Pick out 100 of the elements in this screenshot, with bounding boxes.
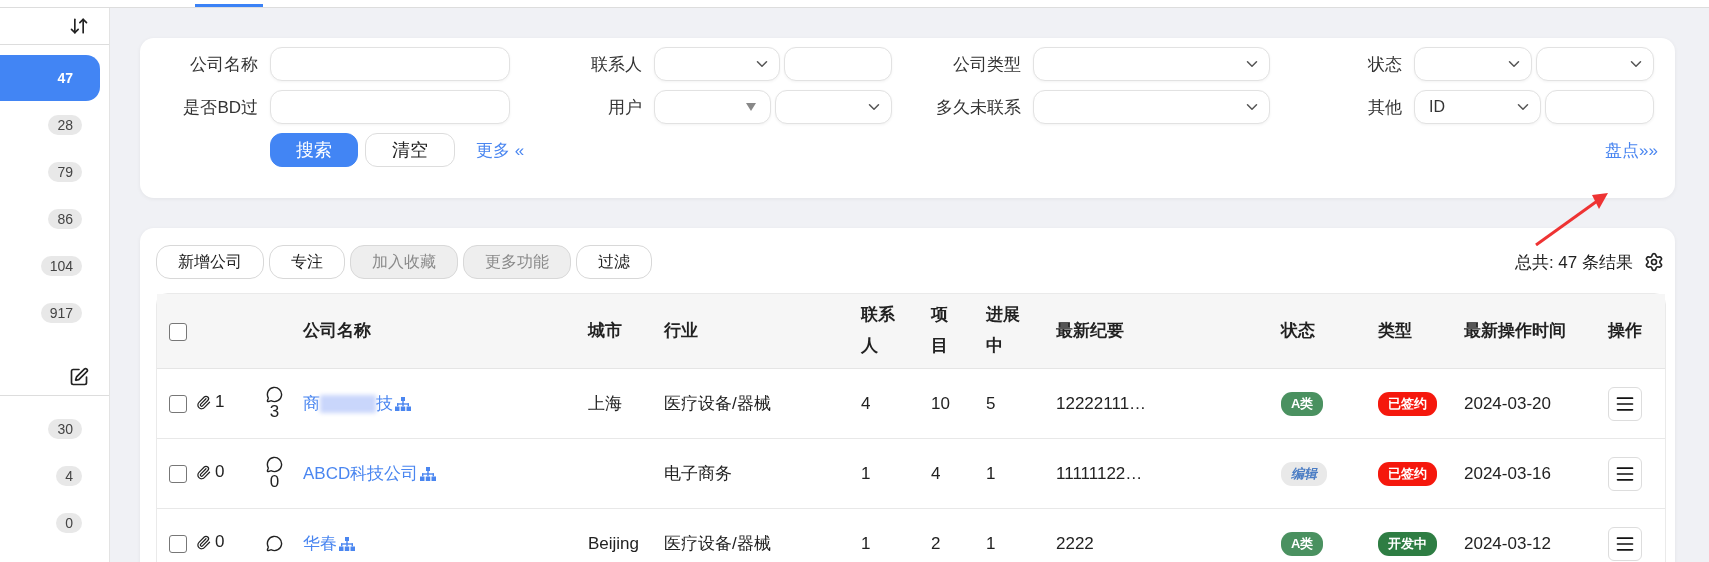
- column-header: 项目: [931, 304, 949, 357]
- toolbar-button[interactable]: 专注: [269, 245, 345, 279]
- hierarchy-icon: [420, 466, 437, 481]
- comment-count: 0: [269, 472, 280, 492]
- count-badge: 917: [40, 302, 82, 323]
- paperclip-icon: [196, 534, 211, 550]
- count-badge: 104: [40, 255, 82, 276]
- column-header: 状态: [1281, 319, 1316, 342]
- filter-label: 联系人: [590, 53, 642, 76]
- company-link[interactable]: ABCD科技公司: [303, 462, 419, 485]
- type-tag: 开发中: [1378, 531, 1437, 556]
- table-cell: 2024-03-12: [1464, 533, 1551, 553]
- triangle-icon: [746, 103, 756, 111]
- count-badge: 79: [48, 161, 82, 182]
- count-badge: 28: [48, 114, 82, 135]
- select-field[interactable]: [1033, 90, 1270, 124]
- attachment-count: 0: [215, 462, 225, 483]
- table-cell: 1: [986, 463, 996, 483]
- table-cell: 医疗设备/器械: [664, 394, 771, 413]
- table-cell: 10: [931, 393, 950, 413]
- toolbar-button[interactable]: 新增公司: [156, 245, 264, 279]
- table-cell: 2222: [1056, 533, 1094, 553]
- select-field[interactable]: [1536, 47, 1654, 81]
- filter-label: 其他: [1367, 96, 1402, 119]
- text-field[interactable]: [270, 47, 510, 81]
- paperclip-icon: [196, 464, 211, 480]
- tab-indicator: [195, 4, 263, 7]
- table-cell: 11111122…: [1056, 463, 1143, 483]
- table-cell: 4: [931, 463, 941, 483]
- sidebar-item[interactable]: 30: [0, 406, 100, 452]
- menu-button[interactable]: [1608, 456, 1642, 491]
- status-tag[interactable]: 编辑: [1281, 461, 1327, 486]
- select-field[interactable]: [775, 90, 892, 124]
- table-cell: 12222111…: [1056, 393, 1147, 413]
- text-field[interactable]: [1545, 90, 1654, 124]
- column-header: 操作: [1608, 319, 1643, 342]
- type-tag: 已签约: [1378, 391, 1437, 416]
- sidebar-item[interactable]: 104: [0, 242, 100, 289]
- select-field[interactable]: [654, 47, 780, 81]
- text-field[interactable]: [270, 90, 510, 124]
- table-cell: 5: [986, 393, 996, 413]
- clear-button[interactable]: 清空: [365, 133, 455, 167]
- column-header: 最新操作时间: [1464, 319, 1567, 342]
- company-link[interactable]: 华春: [303, 532, 337, 555]
- status-tag: A类: [1281, 391, 1324, 416]
- table-cell: 医疗设备/器械: [664, 534, 771, 553]
- inventory-link[interactable]: 盘点»»: [1605, 138, 1658, 162]
- text-field[interactable]: [784, 47, 892, 81]
- company-link[interactable]: 商: [303, 392, 320, 415]
- search-button[interactable]: 搜索: [270, 133, 358, 167]
- dropdown-field[interactable]: [654, 90, 771, 124]
- table-cell: 2024-03-16: [1464, 463, 1551, 483]
- select-field[interactable]: [1414, 47, 1532, 81]
- attachment-count: 1: [215, 392, 225, 413]
- paperclip-icon: [196, 394, 211, 410]
- count-badge: 86: [48, 208, 82, 229]
- checkbox[interactable]: [169, 535, 187, 553]
- speech-bubble-icon[interactable]: [266, 535, 283, 552]
- checkbox[interactable]: [169, 465, 187, 483]
- hierarchy-icon: [395, 396, 411, 411]
- sidebar-item[interactable]: 47: [0, 54, 100, 101]
- menu-button[interactable]: [1608, 526, 1642, 561]
- count-badge: 30: [48, 419, 82, 439]
- sidebar-item[interactable]: 917: [0, 289, 100, 336]
- comment-count: 3: [269, 402, 280, 422]
- count-badge: 0: [56, 513, 82, 533]
- sidebar-item[interactable]: 28: [0, 101, 100, 148]
- filter-label: 公司类型: [952, 53, 1021, 76]
- checkbox[interactable]: [169, 322, 187, 341]
- menu-button[interactable]: [1608, 386, 1642, 421]
- edit-icon[interactable]: [69, 367, 89, 387]
- column-header: 进展中: [986, 304, 1021, 357]
- table-cell: 1: [861, 533, 871, 553]
- table-cell: 1: [986, 533, 996, 553]
- checkbox[interactable]: [169, 395, 187, 413]
- more-link[interactable]: 更多 «: [476, 138, 525, 162]
- hierarchy-icon: [339, 536, 355, 551]
- speech-bubble-icon[interactable]: [266, 385, 283, 403]
- filter-label: 多久未联系: [935, 96, 1021, 119]
- settings-icon[interactable]: [1644, 252, 1664, 272]
- column-header: 联系人: [861, 304, 896, 357]
- sidebar-item[interactable]: 0: [0, 500, 100, 546]
- speech-bubble-icon[interactable]: [266, 455, 283, 473]
- table-cell: 电子商务: [664, 464, 732, 483]
- table-cell: 4: [861, 393, 871, 413]
- column-header: 公司名称: [303, 319, 372, 342]
- table-cell: Beijing: [588, 533, 640, 553]
- column-header: 行业: [664, 319, 699, 342]
- table-cell: 2024-03-20: [1464, 393, 1551, 413]
- select-field[interactable]: ID: [1414, 90, 1541, 124]
- type-tag: 已签约: [1378, 461, 1437, 486]
- toolbar-button[interactable]: 过滤: [576, 245, 652, 279]
- redaction-block: [320, 394, 376, 413]
- count-label: 47: [56, 68, 74, 88]
- select-field[interactable]: [1033, 47, 1270, 81]
- sidebar-item[interactable]: 86: [0, 195, 100, 242]
- sidebar-item[interactable]: 79: [0, 148, 100, 195]
- sidebar-item[interactable]: 4: [0, 453, 100, 499]
- company-link[interactable]: 技: [376, 392, 393, 415]
- status-tag: A类: [1281, 531, 1324, 556]
